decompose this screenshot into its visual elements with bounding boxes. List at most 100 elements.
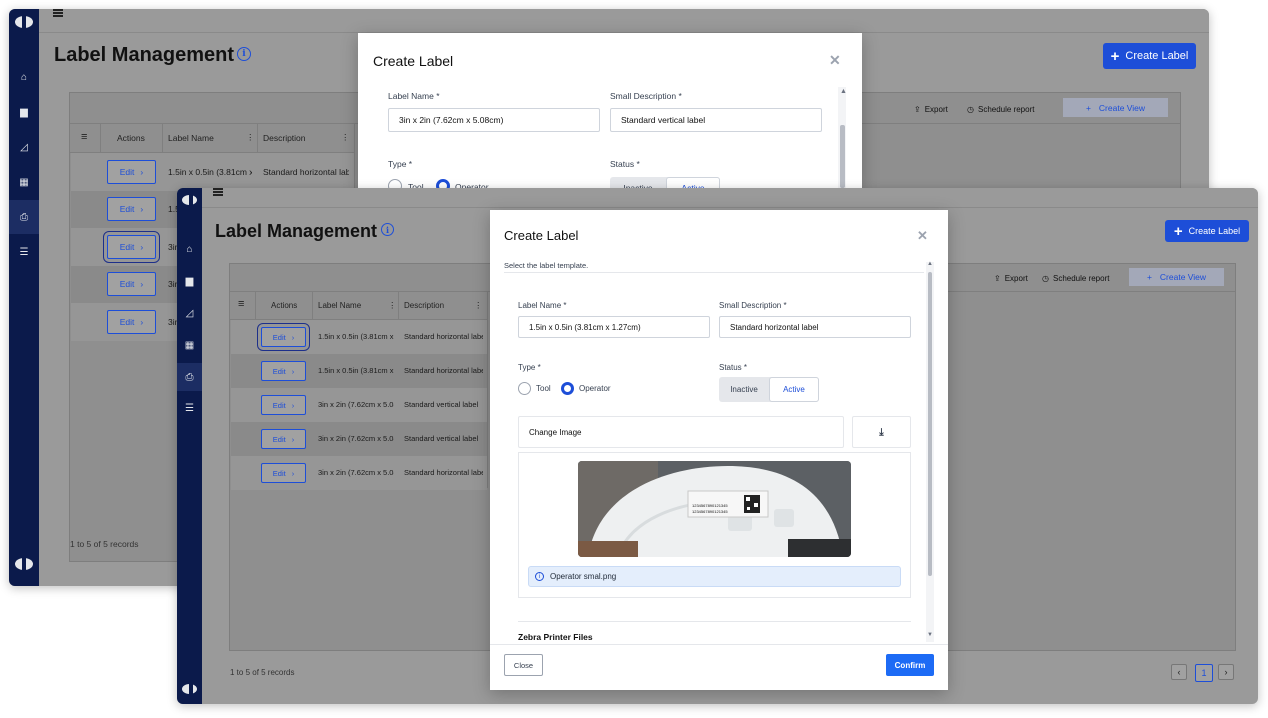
label-name-field[interactable]: 1.5in x 0.5in (3.81cm x 1.27cm) [518,316,710,338]
chart-icon[interactable]: ◿ [177,304,202,322]
file-chip[interactable]: i Operator smal.png [528,566,901,587]
qr-icon[interactable]: ▦ [177,336,202,354]
edit-label: Edit [272,434,286,444]
edit-button[interactable]: Edit › [261,463,306,483]
hardhat-illustration: 1234567890121345 1234567890121345 [578,461,851,557]
status-toggle[interactable]: Inactive Active [719,377,819,402]
create-view-button[interactable]: + Create View [1063,98,1168,117]
label-name-cell: 3in x 2in (7.62cm x 5.08cm) [318,468,394,477]
printer-icon[interactable]: ⎙ [177,363,202,391]
scrollbar-thumb[interactable] [928,272,932,576]
column-description[interactable]: Description [263,133,306,143]
small-description-field[interactable]: Standard vertical label [610,108,822,132]
top-bar [39,9,1209,33]
edit-button[interactable]: Edit › [261,429,306,449]
app-logo[interactable] [177,192,202,208]
printer-icon[interactable]: ⎙ [9,200,39,234]
close-icon[interactable]: ✕ [829,52,841,69]
type-operator-radio[interactable] [561,382,574,395]
chevron-right-icon: › [140,241,144,252]
home-icon[interactable]: ⌂ [177,240,202,258]
change-image-field[interactable]: Change Image [518,416,844,448]
prev-page-button[interactable]: ‹ [1171,664,1187,680]
create-view-button[interactable]: + Create View [1129,268,1224,286]
label-name-cell: 3in x 2in (7.62cm x 5.08cm) [318,434,394,443]
list-icon[interactable]: ☰ [177,399,202,417]
qr-icon[interactable]: ▦ [9,172,39,192]
edit-label: Edit [119,241,135,252]
label-name-field[interactable]: 3in x 2in (7.62cm x 5.08cm) [388,108,600,132]
modal-title: Create Label [373,53,454,69]
schedule-report-button[interactable]: ◷ Schedule report [1042,274,1109,283]
export-button[interactable]: ⇪ Export [994,274,1028,283]
kebab-icon[interactable]: ⋮ [341,132,350,143]
folder-icon[interactable]: ▆ [9,102,39,122]
modal-title: Create Label [504,228,579,243]
small-description-field[interactable]: Standard horizontal label [719,316,911,338]
export-icon: ⇪ [914,105,921,114]
folder-icon[interactable]: ▆ [177,272,202,290]
label-name-cell: 3in x 2in (7.62cm x 5.08cm) [318,400,394,409]
info-icon[interactable]: i [381,223,394,236]
edit-button[interactable]: Edit › [261,361,306,381]
column-menu-icon[interactable]: ≡ [81,131,87,143]
edit-label: Edit [272,332,286,342]
edit-button[interactable]: Edit › [103,230,160,263]
edit-button[interactable]: Edit › [107,197,156,222]
edit-button[interactable]: Edit › [107,309,156,334]
zebra-section-title: Zebra Printer Files [518,632,593,642]
chevron-right-icon: › [291,400,295,410]
download-icon[interactable]: ⤓ [852,416,911,448]
description-cell: Standard horizontal label [404,366,483,375]
info-icon[interactable]: i [237,47,251,61]
records-count: 1 to 5 of 5 records [70,539,139,549]
edit-button[interactable]: Edit › [107,159,156,184]
status-inactive[interactable]: Inactive [719,377,769,402]
column-label-name[interactable]: Label Name [168,133,214,143]
page-title: Label Management [215,221,378,241]
column-menu-icon[interactable]: ≡ [238,298,244,310]
description-cell: Standard vertical label [404,400,479,409]
description-cell: Standard horizontal label [404,468,483,477]
top-bar [202,188,1258,208]
next-page-button[interactable]: › [1218,664,1234,680]
edit-label: Edit [272,400,286,410]
close-icon[interactable]: ✕ [917,228,928,244]
page-1-button[interactable]: 1 [1195,664,1213,682]
type-tool-radio[interactable] [518,382,531,395]
kebab-icon[interactable]: ⋮ [246,132,255,143]
schedule-report-button[interactable]: ◷ Schedule report [967,105,1034,114]
plus-icon: + [1173,222,1183,240]
sticker-text-1: 1234567890121345 [692,503,728,508]
edit-button[interactable]: Edit › [107,272,156,297]
sidebar: ⌂ ▆ ◿ ▦ ⎙ ☰ [9,9,39,586]
list-icon[interactable]: ☰ [9,242,39,262]
kebab-icon[interactable]: ⋮ [474,300,483,311]
kebab-icon[interactable]: ⋮ [388,300,397,311]
chevron-right-icon: › [140,204,144,215]
chevron-right-icon: › [291,434,295,444]
records-count: 1 to 5 of 5 records [230,668,295,677]
chart-icon[interactable]: ◿ [9,137,39,157]
create-label-button[interactable]: + Create Label [1103,43,1196,69]
close-button[interactable]: Close [504,654,543,676]
create-label-button[interactable]: + Create Label [1165,220,1249,242]
confirm-button[interactable]: Confirm [886,654,934,676]
chevron-right-icon: › [291,468,295,478]
app-logo[interactable] [9,13,39,31]
scrollbar-thumb[interactable] [840,125,845,188]
menu-icon[interactable] [53,9,63,17]
page-title: Label Management [54,44,235,66]
column-label-name[interactable]: Label Name [318,301,361,310]
menu-icon[interactable] [213,188,223,196]
plus-icon: + [1085,102,1091,113]
home-icon[interactable]: ⌂ [9,67,39,87]
edit-label: Edit [119,166,135,177]
edit-button[interactable]: Edit › [261,395,306,415]
edit-label: Edit [119,204,135,215]
edit-button[interactable]: Edit › [257,323,310,351]
status-active[interactable]: Active [769,377,819,402]
column-description[interactable]: Description [404,301,444,310]
export-button[interactable]: ⇪ Export [914,105,948,114]
edit-label: Edit [272,366,286,376]
